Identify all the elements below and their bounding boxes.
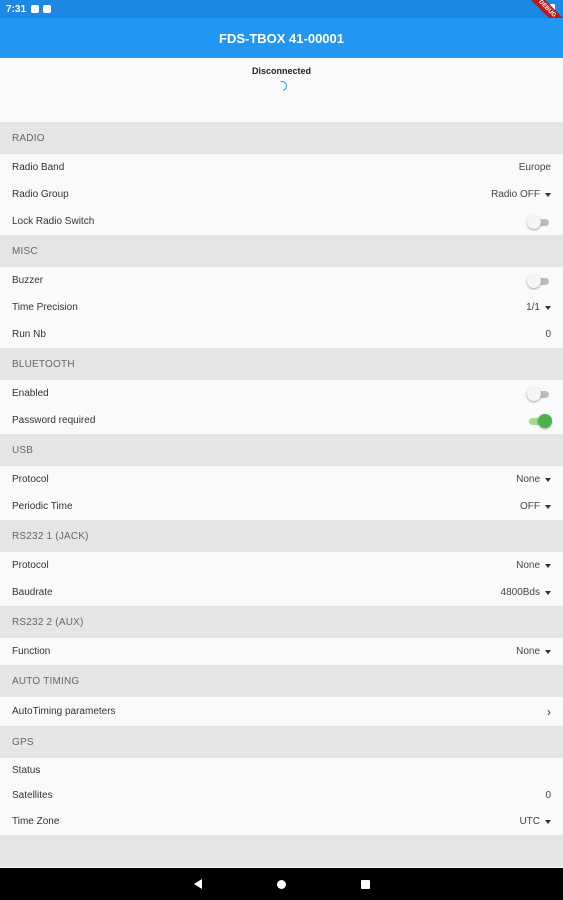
lock-radio-switch-toggle[interactable] [527,214,551,229]
rs232-1-protocol-row: Protocol None [0,552,563,579]
dropdown-arrow-icon [545,504,551,509]
section-header-rs232-1: RS232 1 (JACK) [0,520,563,552]
status-time: 7:31 [6,3,27,15]
satellites-label: Satellites [12,789,53,801]
periodic-time-dropdown[interactable]: OFF [520,501,551,512]
settings-list: RADIO Radio Band Europe Radio Group Radi… [0,122,563,867]
dropdown-arrow-icon [545,477,551,482]
periodic-time-label: Periodic Time [12,501,73,512]
password-required-row: Password required [0,407,563,434]
usb-protocol-label: Protocol [12,474,49,485]
chevron-right-icon: › [547,704,551,719]
time-zone-row: Time Zone UTC [0,808,563,835]
loading-spinner-icon [274,79,289,93]
function-value: None [516,646,540,657]
lock-radio-switch-label: Lock Radio Switch [12,216,95,227]
dropdown-arrow-icon [545,819,551,824]
gps-status-row: Status [0,758,563,782]
satellites-row: Satellites 0 [0,782,563,808]
password-required-toggle[interactable] [527,413,552,428]
bluetooth-enabled-toggle[interactable] [527,386,551,401]
section-header-auto-timing: AUTO TIMING [0,665,563,697]
recent-apps-icon[interactable] [360,879,370,889]
function-label: Function [12,646,51,657]
connection-panel: Disconnected [0,58,563,122]
buzzer-row: Buzzer [0,267,563,294]
section-header-next [0,835,563,867]
dropdown-arrow-icon [545,590,551,595]
run-nb-label: Run Nb [12,329,46,340]
rs232-1-protocol-value: None [516,560,540,571]
radio-band-label: Radio Band [12,162,65,173]
radio-group-row: Radio Group Radio OFF [0,181,563,208]
baudrate-row: Baudrate 4800Bds [0,579,563,606]
section-header-radio: RADIO [0,122,563,154]
run-nb-row: Run Nb 0 [0,321,563,348]
buzzer-toggle[interactable] [527,273,551,288]
bluetooth-enabled-label: Enabled [12,388,49,399]
usb-protocol-dropdown[interactable]: None [516,474,551,485]
time-zone-value: UTC [519,816,540,827]
function-dropdown[interactable]: None [516,646,551,657]
radio-band-row: Radio Band Europe [0,154,563,181]
lock-radio-switch-row: Lock Radio Switch [0,208,563,235]
run-nb-value: 0 [545,329,551,340]
bluetooth-enabled-row: Enabled [0,380,563,407]
notification-icon [31,5,40,13]
connection-status: Disconnected [251,66,311,76]
section-header-gps: GPS [0,726,563,758]
radio-group-label: Radio Group [12,189,69,200]
buzzer-label: Buzzer [12,275,44,286]
rs232-1-protocol-label: Protocol [12,560,49,571]
radio-band-value: Europe [518,162,551,173]
radio-group-dropdown[interactable]: Radio OFF [491,189,551,200]
baudrate-label: Baudrate [12,587,53,598]
dropdown-arrow-icon [545,192,551,197]
periodic-time-value: OFF [520,501,540,512]
function-row: Function None [0,638,563,665]
home-icon[interactable] [276,879,286,889]
section-header-bluetooth: BLUETOOTH [0,348,563,380]
dropdown-arrow-icon [545,649,551,654]
radio-group-value: Radio OFF [491,189,540,200]
app-bar: FDS-TBOX 41-00001 [0,18,563,58]
rs232-1-protocol-dropdown[interactable]: None [516,560,551,571]
password-required-label: Password required [12,415,96,426]
dropdown-arrow-icon [545,563,551,568]
baudrate-dropdown[interactable]: 4800Bds [501,587,551,598]
time-precision-dropdown[interactable]: 1/1 [526,302,551,313]
section-header-misc: MISC [0,235,563,267]
time-precision-value: 1/1 [526,302,540,313]
app-title: FDS-TBOX 41-00001 [219,30,344,46]
satellites-value: 0 [545,789,551,801]
section-header-rs232-2: RS232 2 (AUX) [0,606,563,638]
autotiming-parameters-row[interactable]: AutoTiming parameters › [0,697,563,726]
time-precision-row: Time Precision 1/1 [0,294,563,321]
system-nav-bar [0,868,563,900]
usb-protocol-value: None [516,474,540,485]
usb-protocol-row: Protocol None [0,466,563,493]
gps-status-label: Status [12,764,41,776]
status-bar: 7:31 ▼ DEBUG [0,0,563,34]
periodic-time-row: Periodic Time OFF [0,493,563,520]
dropdown-arrow-icon [545,305,551,310]
baudrate-value: 4800Bds [500,587,540,598]
sd-card-icon [43,5,52,13]
section-header-usb: USB [0,434,563,466]
back-icon[interactable] [193,879,202,889]
time-zone-dropdown[interactable]: UTC [519,816,551,827]
autotiming-parameters-label: AutoTiming parameters [12,706,116,717]
time-zone-label: Time Zone [12,816,60,827]
time-precision-label: Time Precision [12,302,78,313]
